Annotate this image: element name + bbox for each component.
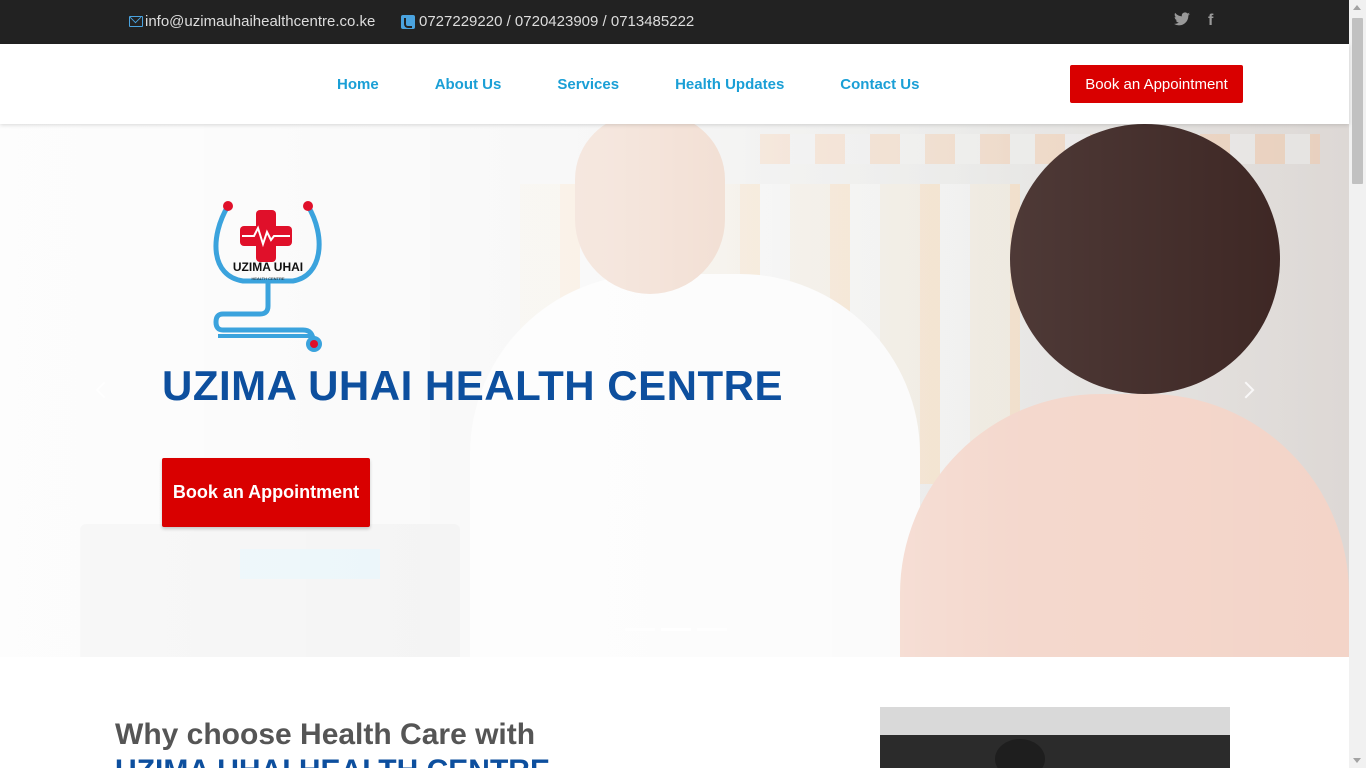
scrollbar-thumb[interactable]: [1352, 18, 1363, 184]
why-subheading: UZIMA UHAI HEALTH CENTRE: [115, 754, 550, 768]
contact-phones[interactable]: 0727229220 / 0720423909 / 0713485222: [401, 13, 694, 30]
hero-book-appointment-button[interactable]: Book an Appointment: [162, 458, 370, 527]
image-lamp: [880, 707, 1230, 735]
envelope-icon: [129, 16, 143, 27]
why-heading: Why choose Health Care with: [115, 718, 536, 751]
carousel-indicator-2[interactable]: [661, 628, 691, 631]
phone-icon: [401, 14, 415, 29]
hero-carousel: UZIMA UHAI HEALTH CENTRE UZIMA UHAI HEAL…: [0, 124, 1349, 657]
twitter-icon[interactable]: [1174, 12, 1190, 31]
logo-subtext: HEALTH CENTRE: [251, 276, 284, 281]
nav-home[interactable]: Home: [337, 76, 379, 93]
carousel-indicator-3[interactable]: [697, 628, 727, 631]
top-bar: info@uzimauhaihealthcentre.co.ke 0727229…: [0, 0, 1349, 44]
page-scrollbar[interactable]: [1349, 0, 1366, 768]
social-links: f: [1174, 12, 1213, 31]
clinic-logo: UZIMA UHAI HEALTH CENTRE: [208, 196, 330, 358]
nav-health-updates[interactable]: Health Updates: [675, 76, 784, 93]
logo-text: UZIMA UHAI: [233, 260, 303, 274]
contact-email[interactable]: info@uzimauhaihealthcentre.co.ke: [129, 13, 375, 30]
nav-services[interactable]: Services: [557, 76, 619, 93]
scroll-up-arrow-icon[interactable]: [1353, 5, 1361, 10]
facebook-icon[interactable]: f: [1208, 12, 1213, 31]
scroll-down-arrow-icon[interactable]: [1353, 758, 1361, 763]
carousel-indicators: [625, 628, 727, 631]
book-appointment-button[interactable]: Book an Appointment: [1070, 65, 1243, 103]
nav-about-us[interactable]: About Us: [435, 76, 502, 93]
why-section-image: [880, 707, 1230, 768]
why-choose-section: Why choose Health Care with UZIMA UHAI H…: [115, 718, 550, 768]
carousel-indicator-1[interactable]: [625, 628, 655, 631]
email-text: info@uzimauhaihealthcentre.co.ke: [145, 13, 376, 30]
hero-title: UZIMA UHAI HEALTH CENTRE: [162, 362, 783, 409]
nav-contact-us[interactable]: Contact Us: [840, 76, 919, 93]
image-person: [995, 739, 1045, 768]
main-navbar: Home About Us Services Health Updates Co…: [0, 44, 1349, 124]
phone-text: 0727229220 / 0720423909 / 0713485222: [419, 13, 695, 30]
main-menu: Home About Us Services Health Updates Co…: [337, 76, 975, 93]
